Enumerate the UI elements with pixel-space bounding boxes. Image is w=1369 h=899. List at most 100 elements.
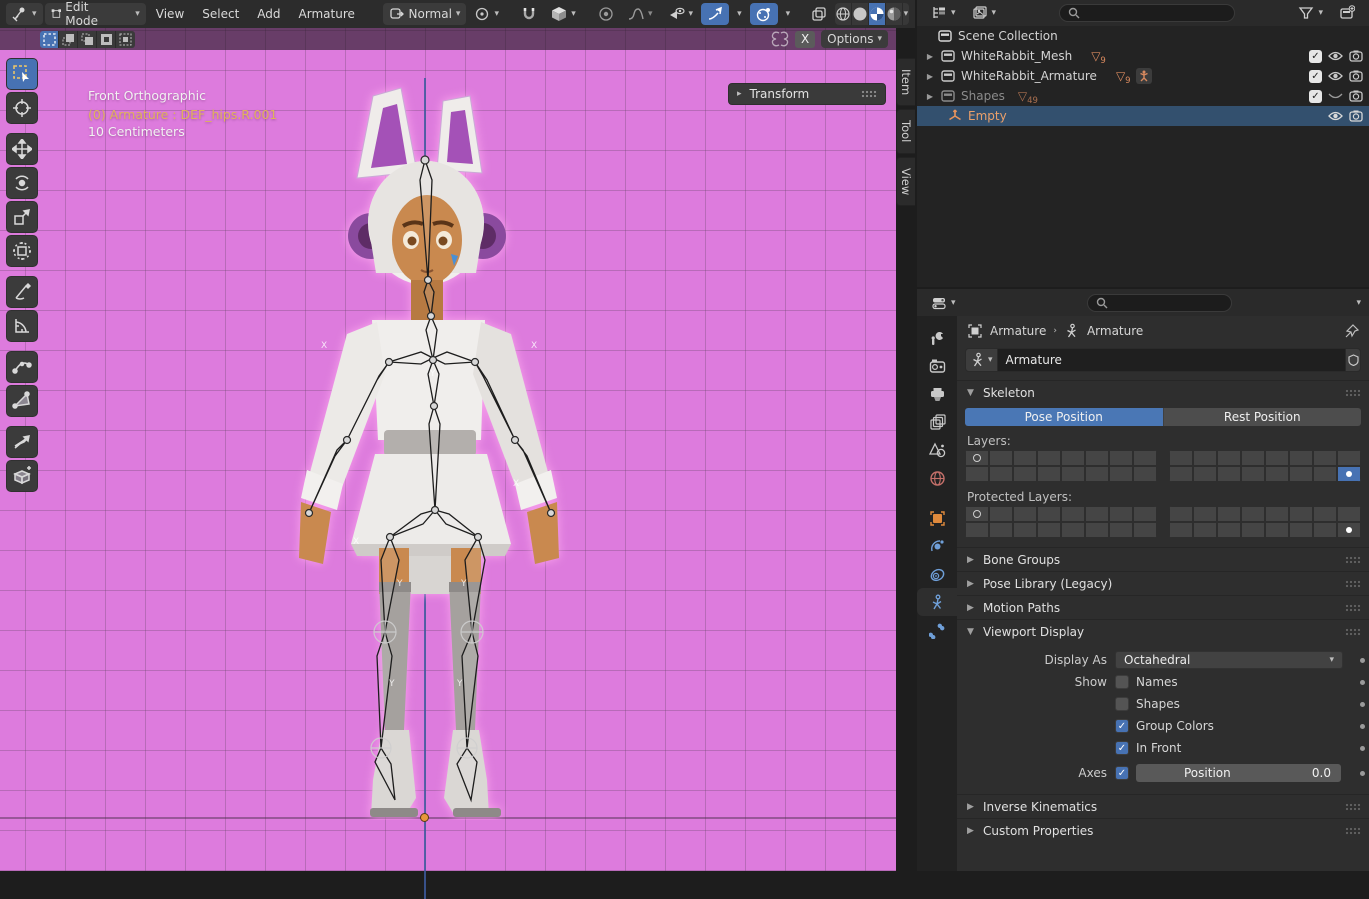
layers-block-right[interactable]: [1169, 450, 1361, 482]
panel-skeleton-header[interactable]: ▼ Skeleton: [957, 380, 1369, 404]
select-mode-new[interactable]: [40, 31, 59, 48]
layer-cell[interactable]: [1217, 466, 1241, 482]
layer-cell[interactable]: [1085, 450, 1109, 466]
pin-icon[interactable]: [1345, 324, 1359, 338]
layer-cell[interactable]: [1313, 506, 1337, 522]
tab-scene-properties[interactable]: [917, 436, 957, 464]
layer-cell[interactable]: [1313, 522, 1337, 538]
layer-cell[interactable]: [1109, 450, 1133, 466]
panel-pose-library-header[interactable]: ▶ Pose Library (Legacy): [957, 571, 1369, 595]
panel-grip-icon[interactable]: [1345, 628, 1361, 636]
tab-bone-properties[interactable]: [917, 616, 957, 644]
selectable-checkbox[interactable]: ✓: [1309, 50, 1322, 63]
layer-cell[interactable]: [1337, 466, 1361, 482]
scale-tool[interactable]: [6, 201, 38, 233]
layer-cell[interactable]: [1241, 522, 1265, 538]
tab-viewlayer-properties[interactable]: [917, 408, 957, 436]
outliner-row-scene-collection[interactable]: Scene Collection: [917, 26, 1369, 46]
layer-cell[interactable]: [1133, 450, 1157, 466]
expand-arrow-icon[interactable]: ▶: [925, 52, 935, 61]
outliner-row-whiterabbit-armature[interactable]: ▶ WhiteRabbit_Armature ▽9 ✓: [917, 66, 1369, 86]
animate-dot[interactable]: [1360, 702, 1365, 707]
tab-constraints-properties[interactable]: [917, 560, 957, 588]
layer-cell[interactable]: [1265, 466, 1289, 482]
gizmos-toggle[interactable]: [701, 3, 729, 25]
pivot-point-select[interactable]: ▾: [468, 3, 505, 25]
layer-cell[interactable]: [1061, 522, 1085, 538]
layer-cell[interactable]: [1013, 506, 1037, 522]
layer-cell[interactable]: [1133, 466, 1157, 482]
layer-cell[interactable]: [1217, 522, 1241, 538]
layer-cell[interactable]: [1193, 522, 1217, 538]
xray-toggle[interactable]: [805, 3, 833, 25]
layer-cell[interactable]: [1289, 522, 1313, 538]
panel-inverse-kinematics-header[interactable]: ▶ Inverse Kinematics: [957, 794, 1369, 818]
tab-physics-properties[interactable]: [917, 532, 957, 560]
armature-id-dropdown[interactable]: ▾: [965, 348, 998, 372]
tab-world-properties[interactable]: [917, 464, 957, 492]
shading-wireframe-button[interactable]: [835, 3, 852, 25]
expand-arrow-icon[interactable]: ▶: [925, 92, 935, 101]
layer-cell[interactable]: [1241, 506, 1265, 522]
layer-cell[interactable]: [1037, 522, 1061, 538]
layer-cell[interactable]: [989, 466, 1013, 482]
layer-cell[interactable]: [1313, 450, 1337, 466]
layer-cell[interactable]: [1313, 466, 1337, 482]
eye-icon[interactable]: [1328, 110, 1343, 122]
rotate-tool[interactable]: [6, 167, 38, 199]
overlays-dropdown[interactable]: ▾: [780, 3, 797, 25]
layer-cell[interactable]: [1037, 466, 1061, 482]
outliner-editor-type-button[interactable]: ▾: [925, 2, 962, 24]
panel-grip-icon[interactable]: [861, 90, 877, 98]
animate-dot[interactable]: [1360, 680, 1365, 685]
eye-icon[interactable]: [1328, 50, 1343, 62]
new-collection-button[interactable]: [1333, 2, 1361, 24]
animate-dot[interactable]: [1360, 658, 1365, 663]
layer-cell[interactable]: [1061, 466, 1085, 482]
properties-search-input[interactable]: [1087, 294, 1232, 312]
layer-cell[interactable]: [1037, 506, 1061, 522]
character-model[interactable]: YY YY YXX XX: [285, 58, 605, 820]
layer-cell[interactable]: [1037, 450, 1061, 466]
pose-position-button[interactable]: Pose Position: [965, 408, 1163, 426]
tab-tool-properties[interactable]: [917, 324, 957, 352]
breadcrumb-object[interactable]: Armature: [990, 324, 1046, 338]
layer-cell[interactable]: [1133, 506, 1157, 522]
select-mode-intersect[interactable]: [116, 31, 135, 48]
layer-cell[interactable]: [1085, 506, 1109, 522]
layer-cell[interactable]: [989, 450, 1013, 466]
panel-grip-icon[interactable]: [1345, 604, 1361, 612]
display-as-select[interactable]: Octahedral ▾: [1115, 651, 1343, 669]
roll-tool[interactable]: [6, 351, 38, 383]
layer-cell[interactable]: [1289, 466, 1313, 482]
layer-cell[interactable]: [1265, 522, 1289, 538]
layer-cell[interactable]: [1169, 522, 1193, 538]
layer-cell[interactable]: [1169, 506, 1193, 522]
camera-icon[interactable]: [1349, 70, 1363, 82]
shading-rendered-button[interactable]: [886, 3, 903, 25]
measure-tool[interactable]: [6, 310, 38, 342]
layer-cell[interactable]: [1169, 450, 1193, 466]
mirror-x-toggle[interactable]: X: [795, 31, 815, 48]
layer-cell[interactable]: [1289, 450, 1313, 466]
overlays-toggle[interactable]: [750, 3, 778, 25]
layer-cell[interactable]: [965, 522, 989, 538]
layer-cell[interactable]: [1265, 506, 1289, 522]
panel-grip-icon[interactable]: [1345, 389, 1361, 397]
tab-object-properties[interactable]: [917, 504, 957, 532]
transform-panel-header[interactable]: ▸ Transform: [728, 83, 886, 105]
outliner-row-empty[interactable]: Empty: [917, 106, 1369, 126]
id-name-field[interactable]: Armature: [998, 348, 1346, 372]
panel-grip-icon[interactable]: [1345, 803, 1361, 811]
protected-block-right[interactable]: [1169, 506, 1361, 538]
layer-cell[interactable]: [965, 506, 989, 522]
layer-cell[interactable]: [1265, 450, 1289, 466]
selectable-checkbox[interactable]: ✓: [1309, 90, 1322, 103]
layer-cell[interactable]: [989, 522, 1013, 538]
layer-cell[interactable]: [1193, 466, 1217, 482]
tab-object-data-properties[interactable]: [917, 588, 957, 616]
shading-dropdown[interactable]: ▾: [903, 3, 909, 25]
select-mode-subtract[interactable]: [78, 31, 97, 48]
panel-motion-paths-header[interactable]: ▶ Motion Paths: [957, 595, 1369, 619]
snap-toggle[interactable]: [515, 3, 543, 25]
